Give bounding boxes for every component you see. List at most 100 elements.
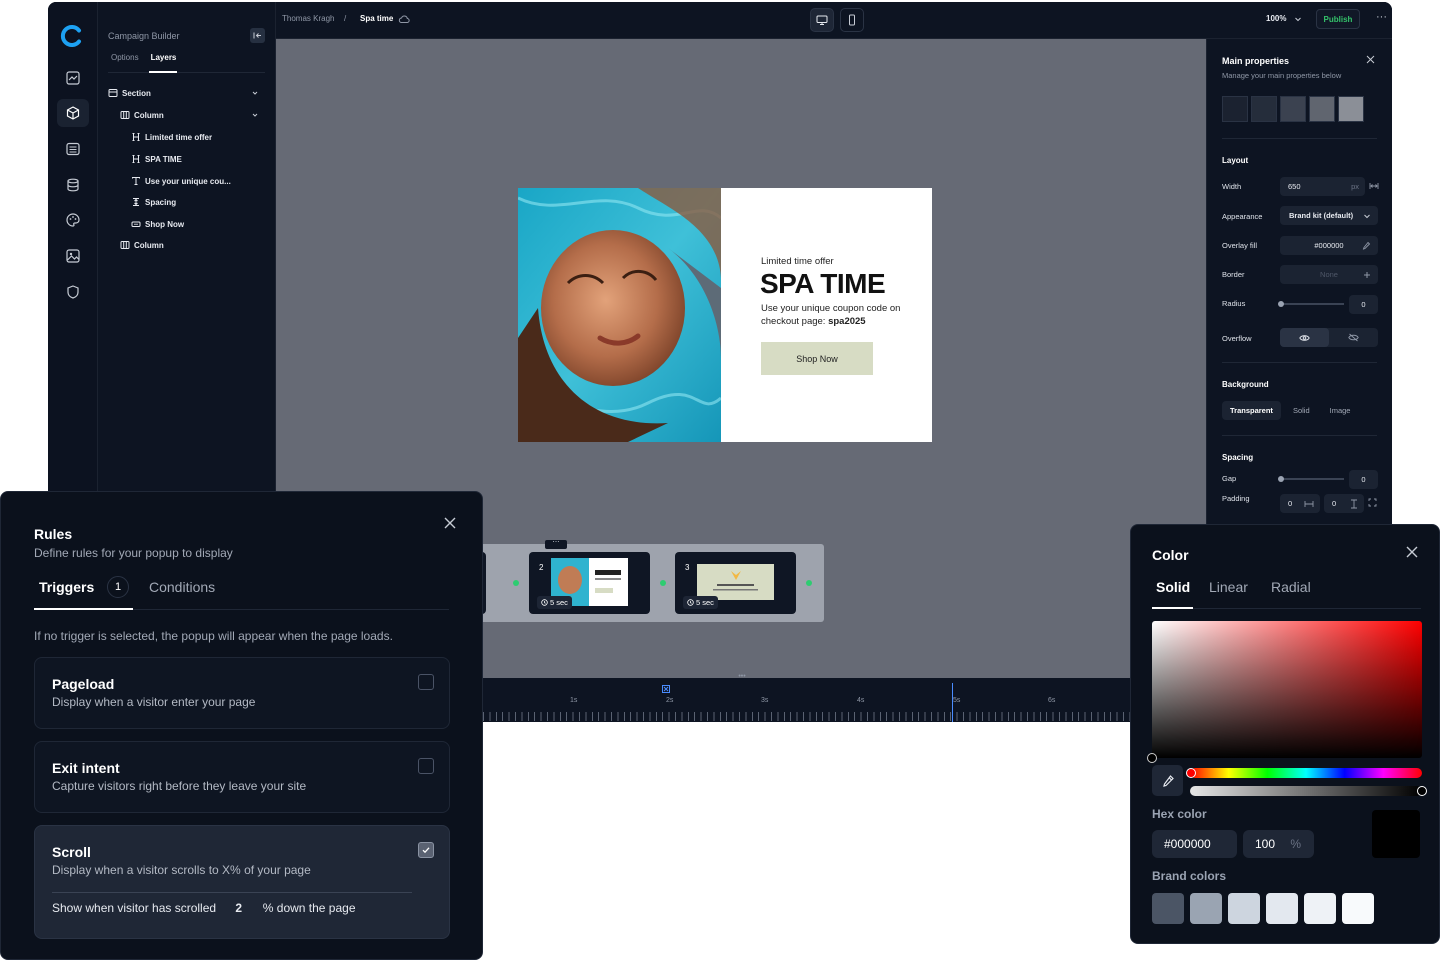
more-menu-icon[interactable]: ··· [1376,11,1387,23]
trigger-scroll[interactable]: Scroll Display when a visitor scrolls to… [34,825,450,939]
expand-icon[interactable] [1368,498,1377,507]
theme-swatch[interactable] [1338,96,1364,122]
popup-text[interactable]: Use your unique coupon code on checkout … [761,302,911,328]
image-icon[interactable] [57,242,89,270]
zoom-level[interactable]: 100% [1266,14,1286,23]
hue-handle[interactable] [1186,768,1196,778]
trigger-pageload[interactable]: Pageload Display when a visitor enter yo… [34,657,450,729]
tab-layers[interactable]: Layers [151,53,177,62]
hex-input[interactable]: #000000 [1152,830,1237,858]
brand-color-swatch[interactable] [1342,893,1374,924]
popup-preview[interactable]: Limited time offer SPA TIME Use your uni… [518,188,932,442]
pageload-checkbox[interactable] [418,674,434,690]
tab-linear[interactable]: Linear [1209,579,1248,595]
resize-handle-icon[interactable]: ••• [735,673,749,680]
timeline-card[interactable]: 2 5 sec [529,552,650,614]
gap-slider[interactable] [1280,478,1344,480]
radius-slider[interactable] [1280,303,1344,305]
layer-button[interactable]: Shop Now [108,214,265,234]
chevron-down-icon[interactable] [251,111,259,119]
layer-section[interactable]: Section [108,83,265,103]
database-icon[interactable] [57,171,89,199]
close-icon[interactable] [1366,55,1375,64]
chevron-down-icon[interactable] [251,89,259,97]
layer-column[interactable]: Column [108,235,265,255]
breadcrumb-page[interactable]: Spa time [360,14,393,23]
layer-label: Use your unique cou... [145,176,231,186]
check-icon [422,847,430,854]
brand-color-swatch[interactable] [1228,893,1260,924]
width-fit-icon[interactable] [1369,181,1379,191]
drag-handle-icon[interactable]: ⋯ [545,539,567,549]
layer-column[interactable]: Column [108,105,265,125]
list-icon[interactable] [57,135,89,163]
theme-swatch[interactable] [1309,96,1335,122]
timeline-card[interactable]: 3 5 sec [675,552,796,614]
layer-label: Limited time offer [145,132,213,142]
saturation-handle[interactable] [1147,753,1157,763]
cube-icon[interactable] [57,99,89,127]
overflow-visible-button[interactable] [1280,328,1329,347]
opacity-input[interactable]: 100% [1243,830,1314,858]
bg-tab-transparent[interactable]: Transparent [1222,401,1281,420]
width-input[interactable]: 650 px [1280,177,1365,196]
overflow-hidden-button[interactable] [1329,328,1378,347]
publish-button[interactable]: Publish [1316,9,1360,29]
scroll-percent-input[interactable]: 2 [219,901,259,915]
tab-options[interactable]: Options [111,53,139,62]
popup-kicker[interactable]: Limited time offer [761,256,834,267]
theme-swatch[interactable] [1222,96,1248,122]
chart-icon[interactable] [57,64,89,92]
brand-color-swatch[interactable] [1152,893,1184,924]
collapse-panel-button[interactable] [250,28,265,43]
layer-spacing[interactable]: Spacing [108,192,265,212]
exit-intent-checkbox[interactable] [418,758,434,774]
alpha-slider[interactable] [1190,786,1422,796]
gap-slider-knob[interactable] [1278,476,1284,482]
popup-title[interactable]: SPA TIME [760,268,886,300]
breadcrumb-user[interactable]: Thomas Kragh [282,14,334,23]
chevron-down-icon[interactable] [1294,15,1302,23]
brand-color-swatch[interactable] [1266,893,1298,924]
close-icon[interactable] [443,516,457,530]
tab-solid[interactable]: Solid [1156,579,1190,595]
tab-radial[interactable]: Radial [1271,579,1311,595]
eyedropper-button[interactable] [1152,765,1183,796]
timeline-ruler[interactable]: ••• 1s 2s 3s 4s 5s 6s [483,673,1131,722]
padding-vertical-input[interactable]: 0 [1324,494,1364,513]
playhead-icon[interactable] [661,684,671,694]
appearance-select[interactable]: Brand kit (default) [1280,206,1378,225]
gap-input[interactable]: 0 [1349,470,1378,489]
bg-tab-image[interactable]: Image [1322,401,1359,420]
shop-now-button[interactable]: Shop Now [761,342,873,375]
mobile-view-button[interactable] [840,8,864,32]
desktop-view-button[interactable] [810,8,834,32]
logo-icon [60,25,81,47]
layer-heading[interactable]: SPA TIME [108,149,265,169]
brand-color-swatch[interactable] [1304,893,1336,924]
tab-triggers[interactable]: Triggers [39,579,94,595]
scroll-checkbox[interactable] [418,842,434,858]
brand-color-swatch[interactable] [1190,893,1222,924]
border-input[interactable]: None [1280,265,1378,284]
overlay-fill-value: #000000 [1314,241,1344,250]
padding-horizontal-input[interactable]: 0 [1280,494,1320,513]
width-unit: px [1351,182,1359,191]
overlay-fill-input[interactable]: #000000 [1280,236,1378,255]
shield-icon[interactable] [57,278,89,306]
tab-conditions[interactable]: Conditions [149,579,215,595]
bg-tab-solid[interactable]: Solid [1285,401,1318,420]
radius-slider-knob[interactable] [1278,301,1284,307]
palette-icon[interactable] [57,206,89,234]
alpha-handle[interactable] [1417,786,1427,796]
close-icon[interactable] [1405,545,1419,559]
saturation-area[interactable] [1152,621,1422,758]
theme-swatch[interactable] [1280,96,1306,122]
radius-input[interactable]: 0 [1349,295,1378,314]
theme-swatch[interactable] [1251,96,1277,122]
layer-heading[interactable]: Limited time offer [108,127,265,147]
hue-slider[interactable] [1190,768,1422,778]
trigger-exit-intent[interactable]: Exit intent Capture visitors right befor… [34,741,450,813]
coupon-code: spa2025 [828,316,866,327]
layer-text[interactable]: Use your unique cou... [108,171,265,191]
